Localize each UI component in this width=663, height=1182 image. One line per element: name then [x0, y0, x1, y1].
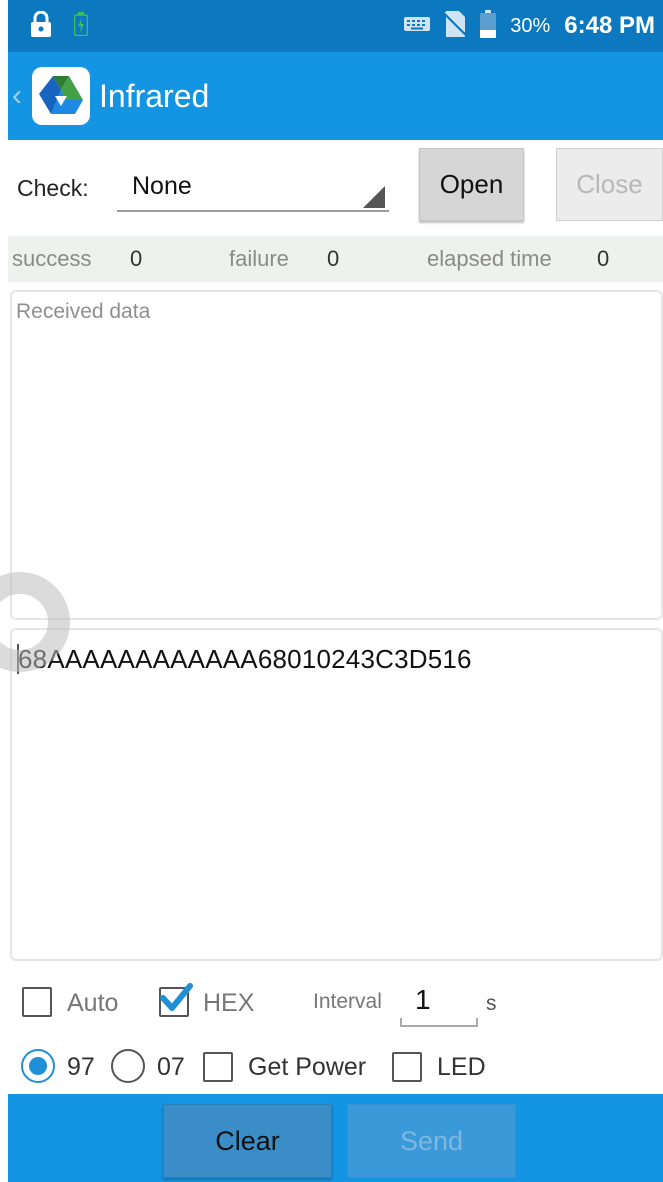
interval-label: Interval [313, 990, 382, 1013]
back-chevron-icon[interactable]: ‹ [12, 79, 30, 113]
keyboard-icon [404, 16, 431, 36]
failure-count: 0 [327, 246, 340, 271]
lock-icon [30, 10, 52, 42]
success-label: success [12, 246, 92, 271]
hex-checkbox[interactable] [159, 983, 193, 1017]
status-bar: 30% 6:48 PM [8, 0, 663, 52]
success-count: 0 [130, 246, 143, 271]
send-button[interactable]: Send [347, 1104, 516, 1178]
radio-97-label: 97 [67, 1053, 95, 1081]
hex-label: HEX [203, 989, 255, 1017]
led-label: LED [437, 1053, 486, 1081]
check-dropdown-value: None [132, 172, 192, 200]
bottom-action-bar: Clear Send [8, 1094, 663, 1182]
app-bar: ‹ Infrared [8, 52, 663, 140]
received-data-placeholder: Received data [16, 300, 151, 323]
radio-07-label: 07 [157, 1053, 185, 1081]
send-data-input[interactable]: 68AAAAAAAAAAAA68010243C3D516 [10, 628, 663, 961]
no-sim-icon [443, 10, 468, 42]
battery-saver-icon [73, 11, 89, 41]
elapsed-time-label: elapsed time [427, 246, 552, 271]
get-power-label: Get Power [248, 1053, 367, 1081]
auto-checkbox[interactable] [22, 987, 52, 1017]
failure-label: failure [229, 246, 289, 271]
radio-07[interactable] [111, 1049, 145, 1083]
send-data-value: 68AAAAAAAAAAAA68010243C3D516 [18, 644, 472, 674]
open-button[interactable]: Open [419, 148, 524, 221]
battery-icon [480, 9, 497, 43]
received-data-area[interactable]: Received data [10, 290, 663, 620]
check-row: Check: None Open Close [0, 140, 663, 236]
led-checkbox[interactable] [392, 1052, 422, 1082]
dropdown-arrow-icon [363, 186, 385, 208]
close-button[interactable]: Close [556, 148, 663, 221]
check-label: Check: [17, 175, 89, 201]
check-dropdown[interactable]: None [117, 162, 389, 212]
battery-percent: 30% [510, 14, 551, 37]
clock: 6:48 PM [564, 12, 655, 39]
app-logo-icon[interactable] [32, 67, 90, 125]
app-title: Infrared [99, 77, 210, 114]
interval-unit: s [486, 992, 497, 1015]
get-power-checkbox[interactable] [203, 1052, 233, 1082]
auto-label: Auto [67, 989, 119, 1017]
elapsed-time-value: 0 [597, 246, 610, 271]
radio-97[interactable] [21, 1049, 55, 1083]
clear-button[interactable]: Clear [163, 1104, 332, 1178]
interval-input[interactable]: 1 [400, 982, 478, 1027]
interval-value: 1 [415, 984, 431, 1015]
checkmark-icon [160, 983, 193, 1011]
stats-row: success 0 failure 0 elapsed time 0 [8, 236, 663, 282]
